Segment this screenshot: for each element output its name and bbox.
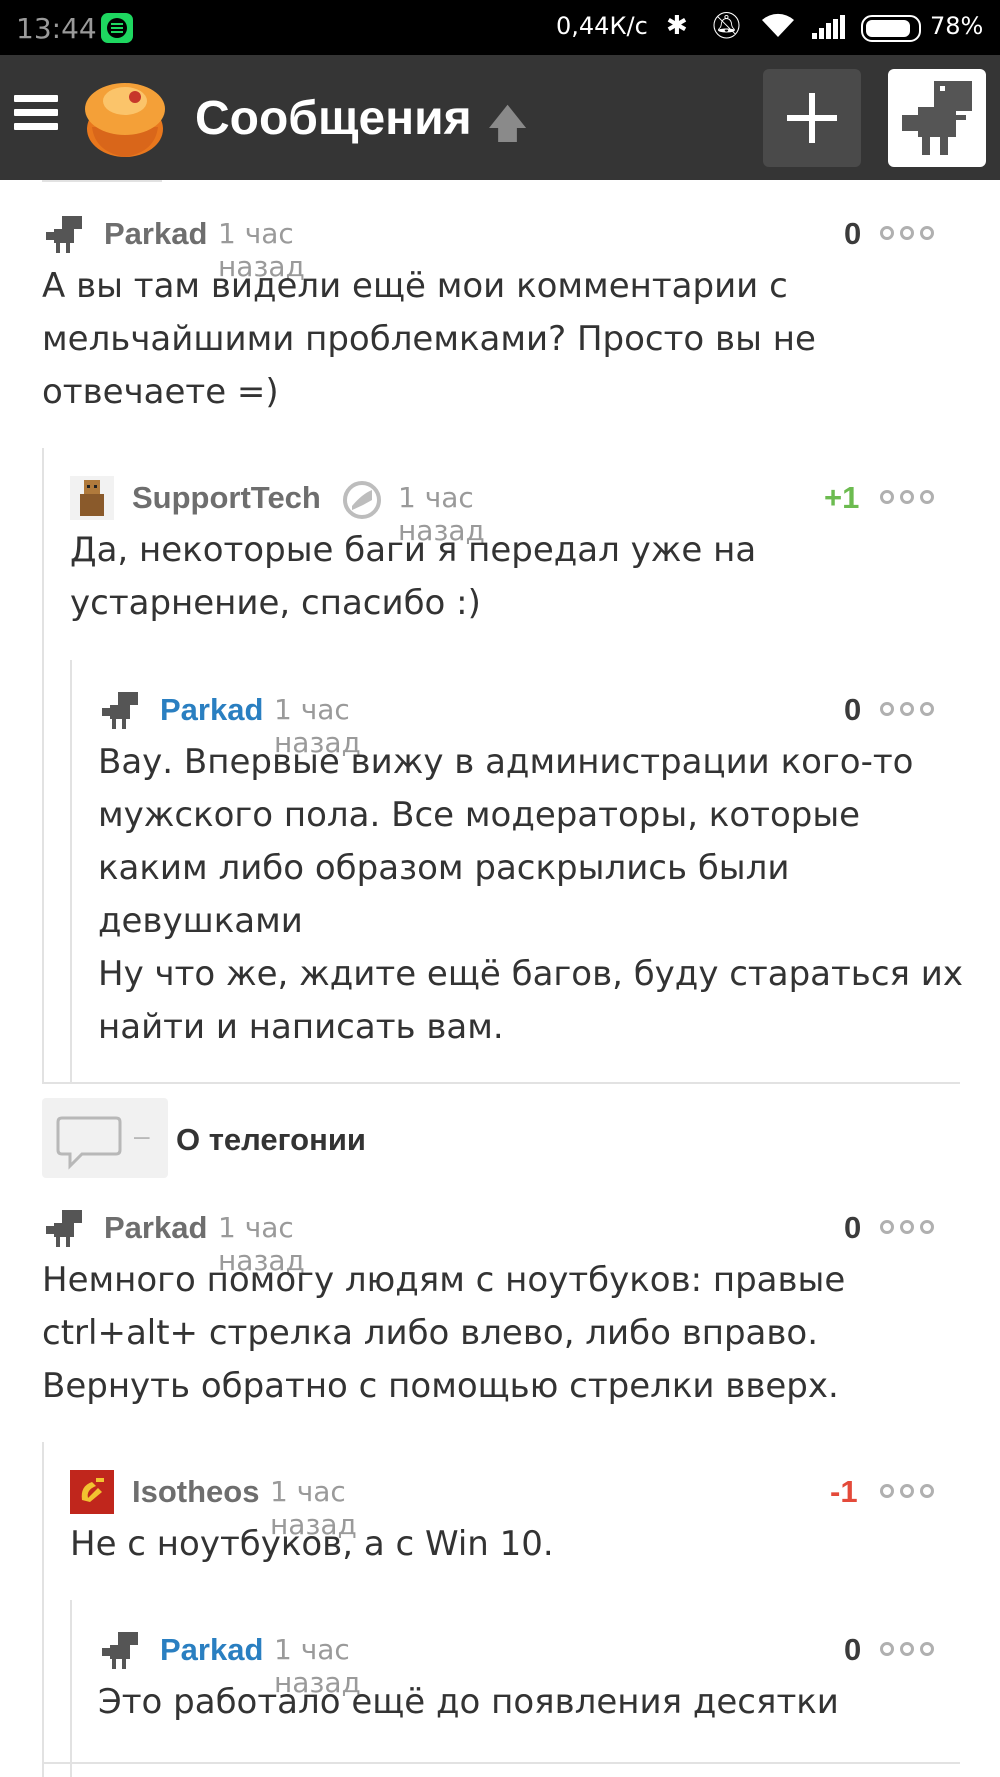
supporttech-avatar-icon[interactable] xyxy=(70,476,114,520)
silent-mode-icon: 🔕︎ xyxy=(710,11,744,41)
dino-avatar-icon xyxy=(902,81,972,155)
page-title: Сообщения xyxy=(195,92,472,145)
topic-comment-button[interactable]: – xyxy=(42,1098,168,1178)
divider xyxy=(42,1762,960,1764)
comment-score: 0 xyxy=(844,692,862,727)
more-options-icon[interactable] xyxy=(880,226,936,242)
bluetooth-icon: ✱ xyxy=(666,11,688,41)
more-options-icon[interactable] xyxy=(880,490,936,506)
comment-author[interactable]: Isotheos xyxy=(132,1474,259,1510)
comment-line: Ну что же, ждите ещё багов, буду старать… xyxy=(98,954,964,994)
add-post-button[interactable] xyxy=(763,69,861,167)
divider xyxy=(42,180,162,182)
comment-line: мужского пола. Все модераторы, которые xyxy=(98,795,861,835)
divider xyxy=(42,1082,960,1084)
network-speed: 0,44К/с xyxy=(556,12,648,40)
status-time: 13:44 xyxy=(16,12,97,45)
comment-score: 0 xyxy=(844,1632,862,1667)
thread-line xyxy=(42,1442,44,1777)
comment-line: найти и написать вам. xyxy=(98,1007,504,1047)
more-options-icon[interactable] xyxy=(880,1642,936,1658)
comment-author[interactable]: Parkad xyxy=(104,1210,207,1246)
moderator-badge-icon xyxy=(342,480,382,520)
user-avatar[interactable] xyxy=(888,69,986,167)
comment-text: Да, некоторые баги я передал уже на уста… xyxy=(70,530,757,623)
comment-line: ctrl+alt+ стрелка либо влево, либо вправ… xyxy=(42,1313,819,1353)
comment-text: Не с ноутбуков, а с Win 10. xyxy=(70,1524,554,1564)
thread-line xyxy=(70,1600,72,1777)
comment-text: Немного помогу людям с ноутбуков: правые… xyxy=(42,1254,962,1413)
comment-text: Вау. Впервые вижу в администрации кого-т… xyxy=(98,736,978,1054)
comment-author[interactable]: Parkad xyxy=(160,692,263,728)
isotheos-avatar-icon[interactable] xyxy=(70,1470,114,1514)
thread-line xyxy=(42,448,44,1084)
comment-score: +1 xyxy=(824,480,860,515)
comment-author[interactable]: SupportTech xyxy=(132,480,321,516)
thread-line xyxy=(70,660,72,1084)
dino-avatar-icon[interactable] xyxy=(98,688,142,732)
comment-author[interactable]: Parkad xyxy=(160,1632,263,1668)
dino-avatar-icon[interactable] xyxy=(42,1206,86,1250)
more-options-icon[interactable] xyxy=(880,1484,936,1500)
menu-icon[interactable] xyxy=(14,95,58,131)
status-bar: 13:44 0,44К/с ✱ 🔕︎ 78% xyxy=(0,0,1000,55)
battery-percent: 78% xyxy=(930,12,984,40)
wifi-icon xyxy=(760,11,796,46)
more-options-icon[interactable] xyxy=(880,1220,936,1236)
topic-title[interactable]: О телегонии xyxy=(176,1122,366,1158)
comment-line: девушками xyxy=(98,901,303,941)
comment-text: А вы там видели ещё мои комментарии с ме… xyxy=(42,266,816,412)
signal-icon xyxy=(812,15,846,39)
comment-line: Вернуть обратно с помощью стрелки вверх. xyxy=(42,1366,839,1406)
comment-author[interactable]: Parkad xyxy=(104,216,207,252)
dino-avatar-icon[interactable] xyxy=(98,1628,142,1672)
comment-text: Это работало ещё до появления десятки xyxy=(98,1682,839,1722)
comment-score: 0 xyxy=(844,1210,862,1245)
comment-line: каким либо образом раскрылись были xyxy=(98,848,790,888)
topic-count: – xyxy=(134,1120,150,1151)
pikabu-logo[interactable] xyxy=(80,77,170,159)
dino-avatar-icon[interactable] xyxy=(42,212,86,256)
spotify-icon xyxy=(101,13,133,43)
battery-icon xyxy=(861,15,921,42)
app-header: Сообщения 🡅 xyxy=(0,55,1000,180)
comment-line: Вау. Впервые вижу в администрации кого-т… xyxy=(98,742,914,782)
comment-line: Немного помогу людям с ноутбуков: правые xyxy=(42,1260,846,1300)
more-options-icon[interactable] xyxy=(880,702,936,718)
comment-score: 0 xyxy=(844,216,862,251)
scroll-up-icon[interactable]: 🡅 xyxy=(487,95,528,163)
comment-score: -1 xyxy=(830,1474,858,1509)
